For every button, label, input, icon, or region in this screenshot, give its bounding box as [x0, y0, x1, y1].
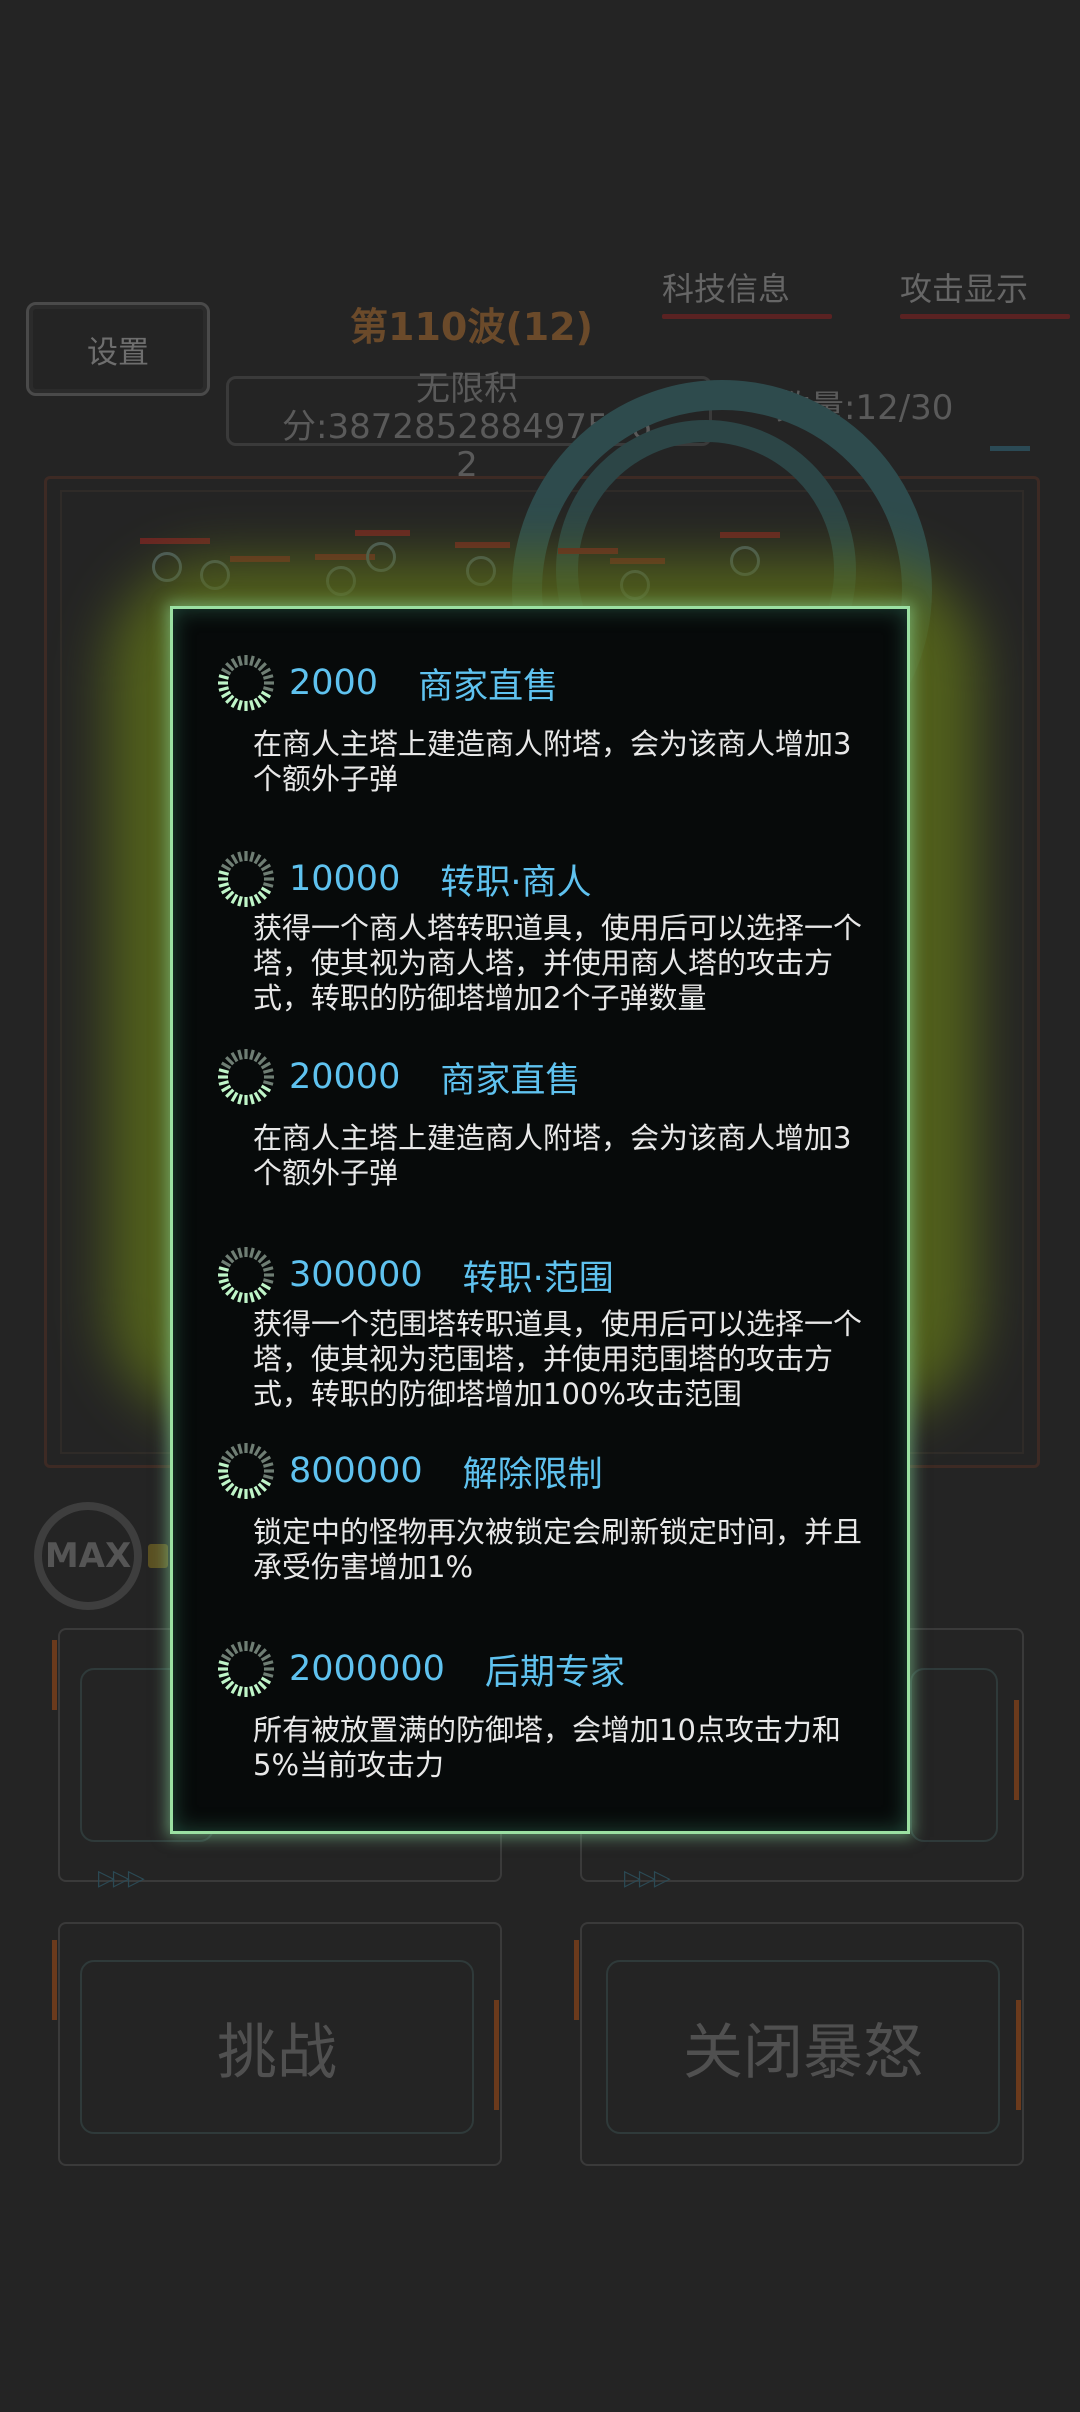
challenge-button[interactable]: 挑战 [80, 1960, 474, 2134]
loading-spinner-icon [215, 1440, 277, 1502]
decor-tick [1014, 1700, 1019, 1800]
tech-item: 10000 转职·商人 获得一个商人塔转职道具，使用后可以选择一个塔，使其视为商… [218, 849, 865, 1016]
tech-info-dialog[interactable]: 2000 商家直售 在商人主塔上建造商人附塔，会为该商人增加3个额外子弹 100… [170, 606, 910, 1834]
tech-item-name: 转职·范围 [462, 1258, 614, 1299]
settings-button[interactable]: 设置 [26, 302, 210, 396]
tech-item-name: 解除限制 [462, 1454, 603, 1495]
tab-underline [662, 314, 832, 319]
tech-item-description: 锁定中的怪物再次被锁定会刷新锁定时间，并且承受伤害增加1% [253, 1515, 863, 1584]
arrows-decor: ▷▷▷ [624, 1866, 671, 1891]
tech-item-cost: 2000 [289, 663, 379, 703]
loading-spinner-icon [215, 1046, 277, 1108]
tech-item-header: 20000 商家直售 [218, 1047, 865, 1107]
decor-tick [52, 1940, 57, 2020]
tech-item: 20000 商家直售 在商人主塔上建造商人附塔，会为该商人增加3个额外子弹 [218, 1047, 865, 1191]
tech-item-name: 转职·商人 [440, 862, 592, 903]
tech-item: 2000000 后期专家 所有被放置满的防御塔，会增加10点攻击力和5%当前攻击… [218, 1639, 865, 1783]
tech-item-header: 2000000 后期专家 [218, 1639, 865, 1699]
tech-item-cost: 300000 [289, 1255, 423, 1295]
tech-item-header: 800000 解除限制 [218, 1441, 865, 1501]
tech-item-name: 商家直售 [418, 666, 559, 707]
tech-item-description: 获得一个商人塔转职道具，使用后可以选择一个塔，使其视为商人塔，并使用商人塔的攻击… [253, 911, 863, 1015]
tech-item-name: 后期专家 [484, 1652, 625, 1693]
count-indicator [990, 446, 1030, 451]
tech-item-header: 2000 商家直售 [218, 653, 865, 713]
tech-item-cost: 800000 [289, 1451, 423, 1491]
tech-item: 2000 商家直售 在商人主塔上建造商人附塔，会为该商人增加3个额外子弹 [218, 653, 865, 797]
tab-underline [900, 314, 1070, 319]
loading-spinner-icon [215, 848, 277, 910]
loading-spinner-icon [215, 652, 277, 714]
tech-item: 800000 解除限制 锁定中的怪物再次被锁定会刷新锁定时间，并且承受伤害增加1… [218, 1441, 865, 1585]
tech-item-description: 在商人主塔上建造商人附塔，会为该商人增加3个额外子弹 [253, 1121, 852, 1190]
tab-tech-info-label: 科技信息 [662, 270, 791, 308]
enemy-hp-bar [140, 538, 210, 544]
enemy-hp-bar [720, 532, 780, 538]
tech-item-description: 获得一个范围塔转职道具，使用后可以选择一个塔，使其视为范围塔，并使用范围塔的攻击… [253, 1307, 863, 1411]
tab-tech-info[interactable]: 科技信息 [662, 264, 832, 319]
decor-tick [52, 1640, 57, 1710]
enemy-hp-bar [558, 548, 618, 554]
tech-item-description: 在商人主塔上建造商人附塔，会为该商人增加3个额外子弹 [253, 727, 852, 796]
decor-tick [494, 2000, 499, 2110]
decor-tick [574, 1940, 579, 2020]
tech-item-cost: 2000000 [289, 1649, 445, 1689]
tech-item-name: 商家直售 [440, 1060, 581, 1101]
tech-item-header: 300000 转职·范围 [218, 1245, 865, 1305]
loading-spinner-icon [215, 1244, 277, 1306]
close-rage-button-label: 关闭暴怒 [683, 2017, 923, 2088]
max-badge: MAX [34, 1502, 142, 1610]
tech-item-description: 所有被放置满的防御塔，会增加10点攻击力和5%当前攻击力 [253, 1713, 841, 1782]
tech-item-cost: 20000 [289, 1057, 401, 1097]
loading-spinner-icon [215, 1638, 277, 1700]
arrows-decor: ▷▷▷ [98, 1866, 145, 1891]
tech-item-header: 10000 转职·商人 [218, 849, 865, 909]
enemy-hp-bar [455, 542, 510, 548]
decor-tick [1016, 2000, 1021, 2110]
tab-attack-display[interactable]: 攻击显示 [900, 264, 1070, 319]
tech-item-cost: 10000 [289, 859, 401, 899]
tower-slot-inner [910, 1668, 998, 1842]
challenge-button-label: 挑战 [217, 2017, 337, 2088]
close-rage-button[interactable]: 关闭暴怒 [606, 1960, 1000, 2134]
wave-title: 第110波(12) [350, 305, 593, 349]
tab-attack-display-label: 攻击显示 [900, 270, 1029, 308]
tech-item: 300000 转职·范围 获得一个范围塔转职道具，使用后可以选择一个塔，使其视为… [218, 1245, 865, 1412]
max-indicator [148, 1544, 168, 1568]
enemy-hp-bar [355, 530, 410, 536]
